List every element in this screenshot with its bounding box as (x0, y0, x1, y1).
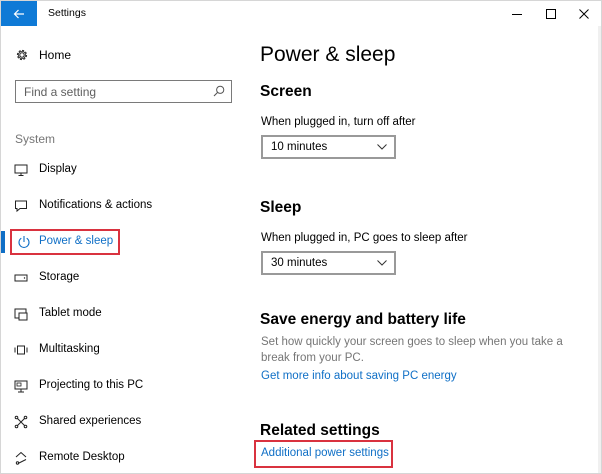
sidebar-item-notifications[interactable]: Notifications & actions (1, 191, 236, 221)
maximize-button[interactable] (534, 1, 568, 26)
sidebar-item-label: Projecting to this PC (39, 379, 144, 391)
scrollbar-track[interactable] (598, 26, 601, 473)
related-settings-heading: Related settings (260, 422, 380, 439)
shared-experiences-icon (14, 415, 28, 429)
sidebar-item-power-sleep[interactable]: Power & sleep (1, 227, 236, 257)
sidebar-group-label: System (15, 132, 56, 146)
sidebar-item-remote-desktop[interactable]: Remote Desktop (1, 443, 236, 473)
screen-heading: Screen (260, 83, 312, 100)
screen-timeout-label: When plugged in, turn off after (261, 116, 416, 128)
sidebar-item-storage[interactable]: Storage (1, 263, 236, 293)
back-button[interactable] (1, 1, 37, 26)
sleep-heading: Sleep (260, 199, 302, 216)
sidebar-item-label: Remote Desktop (39, 451, 125, 463)
sidebar-item-tablet-mode[interactable]: Tablet mode (1, 299, 236, 329)
remote-desktop-icon (15, 451, 27, 465)
sidebar-item-label: Multitasking (39, 343, 100, 355)
chevron-down-icon (377, 144, 387, 150)
close-button[interactable] (567, 1, 601, 26)
title-bar: Settings (1, 1, 601, 26)
sidebar-item-label: Storage (39, 271, 80, 283)
page-title: Power & sleep (260, 43, 396, 66)
tablet-mode-icon (14, 308, 28, 321)
sleep-timeout-label: When plugged in, PC goes to sleep after (261, 232, 468, 244)
sidebar-item-label: Shared experiences (39, 415, 142, 427)
sidebar-item-label: Tablet mode (39, 307, 102, 319)
sidebar-item-multitasking[interactable]: Multitasking (1, 335, 236, 365)
window-title: Settings (48, 7, 86, 19)
dropdown-value: 10 minutes (271, 141, 328, 153)
sidebar-item-display[interactable]: Display (1, 155, 236, 185)
sidebar-item-home[interactable]: Home (1, 44, 236, 66)
chevron-down-icon (377, 260, 387, 266)
sidebar-item-label: Display (39, 163, 77, 175)
sleep-timeout-dropdown[interactable]: 30 minutes (261, 251, 396, 275)
gear-icon (16, 49, 28, 61)
sidebar-item-projecting[interactable]: Projecting to this PC (1, 371, 236, 401)
maximize-icon (546, 8, 556, 19)
display-icon (14, 164, 28, 176)
minimize-button[interactable] (500, 1, 534, 26)
highlight-box (10, 229, 120, 255)
energy-info-link[interactable]: Get more info about saving PC energy (261, 370, 457, 382)
minimize-icon (512, 13, 522, 15)
close-icon (579, 8, 589, 19)
main-content: Power & sleep Screen When plugged in, tu… (254, 26, 600, 473)
screen-timeout-dropdown[interactable]: 10 minutes (261, 135, 396, 159)
search-icon[interactable] (213, 85, 225, 97)
sidebar-item-shared-experiences[interactable]: Shared experiences (1, 407, 236, 437)
sidebar-item-label: Notifications & actions (39, 199, 153, 211)
energy-description: Set how quickly your screen goes to slee… (261, 336, 563, 364)
multitasking-icon (14, 345, 28, 355)
search-input[interactable] (16, 81, 206, 102)
search-box[interactable] (15, 80, 232, 103)
settings-window: Settings Home System (0, 0, 602, 474)
highlight-box (254, 440, 393, 468)
projecting-icon (14, 380, 28, 393)
storage-icon (14, 274, 28, 282)
sidebar: Home System Display Notifications & acti… (1, 26, 236, 473)
dropdown-value: 30 minutes (271, 257, 328, 269)
energy-heading: Save energy and battery life (260, 311, 466, 328)
back-arrow-icon (13, 9, 24, 18)
notifications-icon (15, 200, 27, 213)
active-indicator (1, 231, 5, 253)
sidebar-item-label: Home (39, 48, 72, 62)
